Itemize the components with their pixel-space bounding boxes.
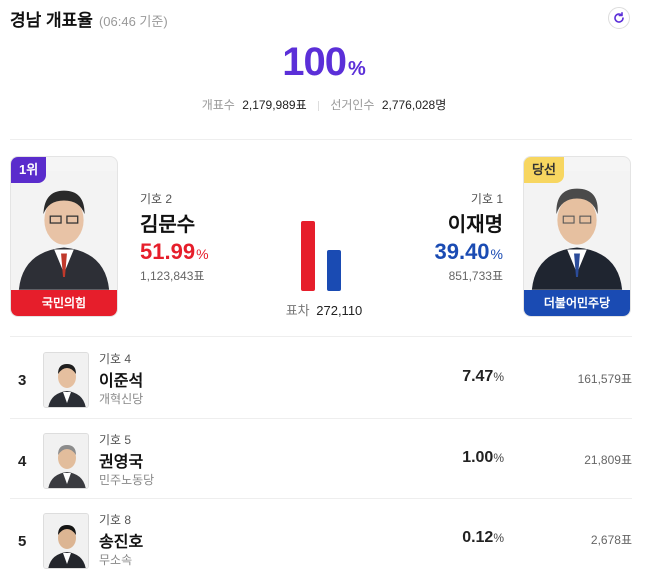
- candidate-card-kim[interactable]: 1위 국민의힘: [10, 156, 118, 317]
- vote-gap-label: 표차: [285, 303, 310, 318]
- candidate-party: 민주노동당: [99, 473, 155, 487]
- candidate-row[interactable]: 4 기호 5 권영국 민주노동당 1.00% 21,809표: [10, 431, 632, 511]
- counted-value: 2,179,989표: [242, 98, 307, 112]
- counting-rate-value: 100: [282, 40, 347, 84]
- vote-share-unit: %: [493, 451, 504, 465]
- vote-count: 21,809표: [584, 453, 632, 467]
- candidate-number: 기호 5: [99, 433, 132, 447]
- candidate-rank: 3: [18, 372, 27, 389]
- share-bars: [301, 221, 345, 291]
- page-title: 경남 개표율: [10, 11, 93, 30]
- candidate-rank: 4: [18, 453, 27, 470]
- vote-count: 851,733표: [448, 269, 503, 283]
- vote-share: 0.12%: [462, 529, 504, 547]
- vote-share: 7.47%: [462, 368, 504, 386]
- candidate-name[interactable]: 김문수: [140, 208, 209, 237]
- candidate-row[interactable]: 5 기호 8 송진호 무소속 0.12% 2,678표: [10, 511, 632, 578]
- voters-label: 선거인수: [330, 98, 375, 112]
- rank-badge: 1위: [11, 157, 47, 183]
- party-label: 더불어민주당: [524, 290, 630, 316]
- vote-share-value: 0.12: [462, 529, 494, 546]
- candidate-name[interactable]: 이재명: [434, 208, 503, 237]
- candidate-name[interactable]: 송진호: [99, 528, 143, 552]
- candidate-party: 개혁신당: [99, 392, 144, 406]
- vote-share-unit: %: [490, 246, 503, 262]
- candidate-party: 무소속: [99, 553, 133, 567]
- candidate-name[interactable]: 이준석: [99, 367, 143, 391]
- refresh-icon: [614, 12, 624, 23]
- vote-share-unit: %: [196, 246, 209, 262]
- voters-value: 2,776,028명: [381, 98, 447, 112]
- counted-label: 개표수: [201, 98, 235, 112]
- candidate-photo: [43, 513, 89, 569]
- bar-kim: [301, 221, 315, 291]
- vote-share-value: 39.40: [434, 239, 490, 264]
- refresh-button[interactable]: [608, 7, 630, 29]
- row-divider: [10, 418, 632, 419]
- candidate-number: 기호 2: [140, 192, 173, 206]
- candidate-info-lee: 기호 1 이재명 39.40% 851,733표: [434, 190, 503, 284]
- vote-count: 161,579표: [577, 372, 632, 386]
- vote-counts: 개표수 2,179,989표 선거인수 2,776,028명: [0, 96, 648, 113]
- vote-share: 51.99%: [140, 239, 209, 265]
- vote-share-unit: %: [493, 370, 504, 384]
- candidate-photo: [43, 352, 89, 408]
- candidate-name[interactable]: 권영국: [99, 448, 143, 472]
- bar-lee: [327, 250, 341, 291]
- vote-share-value: 51.99: [140, 239, 196, 264]
- vote-share-value: 1.00: [462, 449, 494, 466]
- vote-count: 2,678표: [590, 533, 632, 547]
- winner-badge: 당선: [524, 157, 564, 183]
- vote-gap-value: 272,110: [316, 303, 363, 318]
- counts-divider: [317, 100, 319, 111]
- candidate-card-lee[interactable]: 당선 더불어민주당: [523, 156, 631, 317]
- counting-rate: 100%: [0, 40, 648, 85]
- row-divider: [10, 498, 632, 499]
- vote-share-value: 7.47: [462, 368, 494, 385]
- vote-share-unit: %: [493, 531, 504, 545]
- counting-rate-unit: %: [347, 58, 366, 80]
- section-divider: [10, 336, 632, 337]
- candidate-rank: 5: [18, 533, 27, 550]
- candidate-portrait: [11, 171, 117, 290]
- vote-count: 1,123,843표: [140, 269, 205, 283]
- candidate-info-kim: 기호 2 김문수 51.99% 1,123,843표: [140, 190, 209, 284]
- candidate-photo: [43, 433, 89, 489]
- candidate-number: 기호 1: [470, 192, 503, 206]
- candidate-number: 기호 8: [99, 513, 132, 527]
- candidate-portrait: [524, 171, 630, 290]
- candidate-number: 기호 4: [99, 352, 132, 366]
- vote-share: 39.40%: [434, 239, 503, 265]
- timestamp: (06:46 기준): [98, 14, 168, 29]
- results-header: 경남 개표율 (06:46 기준): [10, 6, 168, 31]
- section-divider: [10, 139, 632, 140]
- vote-share: 1.00%: [462, 449, 504, 467]
